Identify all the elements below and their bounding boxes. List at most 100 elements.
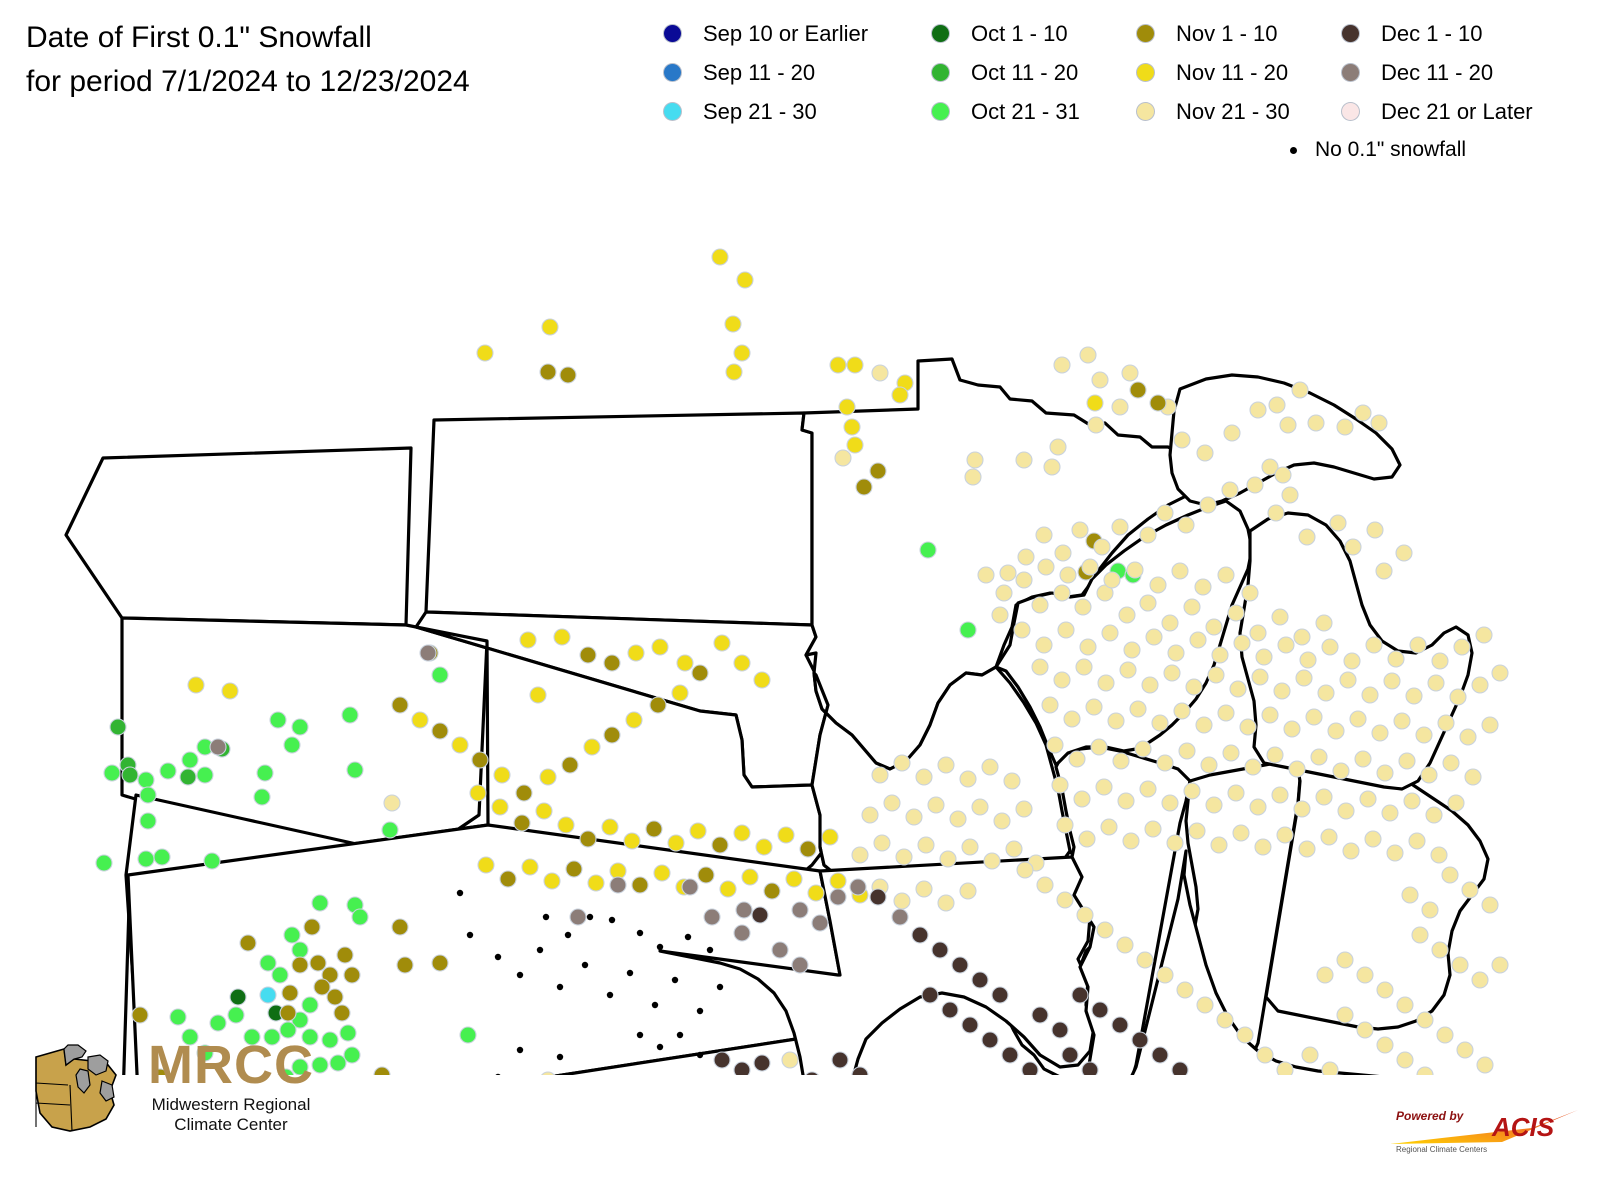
- station-point: [1149, 394, 1167, 412]
- station-point: [1051, 776, 1069, 794]
- station-point: [937, 756, 955, 774]
- station-point: [1163, 664, 1181, 682]
- station-point: [1354, 750, 1372, 768]
- title-line-2: for period 7/1/2024 to 12/23/2024: [26, 64, 470, 98]
- legend: Sep 10 or Earlier Sep 11 - 20 Sep 21 - 3…: [664, 14, 1584, 131]
- station-point: [1131, 1031, 1149, 1049]
- station-point: [1277, 636, 1295, 654]
- station-point: [919, 541, 937, 559]
- station-point: [671, 684, 689, 702]
- station-point: [1411, 926, 1429, 944]
- station-point: [1036, 876, 1054, 894]
- legend-item: Sep 21 - 30: [664, 92, 932, 131]
- station-point: [291, 956, 309, 974]
- station-point: [1395, 544, 1413, 562]
- station-point: [519, 631, 537, 649]
- station-point: [383, 794, 401, 812]
- acis-logo: Powered by ACIS Regional Climate Centers: [1382, 1098, 1582, 1154]
- station-point: [1035, 636, 1053, 654]
- station-point: [626, 969, 634, 977]
- station-point: [431, 722, 449, 740]
- station-point: [1321, 1061, 1339, 1075]
- state-michigan-upper-outline: [1168, 373, 1402, 507]
- legend-label: Nov 11 - 20: [1176, 59, 1289, 85]
- station-point: [1387, 650, 1405, 668]
- station-point: [291, 718, 309, 736]
- station-point: [1071, 986, 1089, 1004]
- station-point: [516, 971, 524, 979]
- station-point: [583, 738, 601, 756]
- station-point: [1139, 594, 1157, 612]
- station-point: [1129, 381, 1147, 399]
- station-point: [1342, 842, 1360, 860]
- station-point: [329, 1054, 347, 1072]
- station-point: [229, 988, 247, 1006]
- station-point: [499, 870, 517, 888]
- station-point: [1122, 832, 1140, 850]
- station-point: [1481, 896, 1499, 914]
- station-point: [515, 784, 533, 802]
- station-point: [855, 478, 873, 496]
- station-point: [431, 954, 449, 972]
- station-point: [466, 931, 474, 939]
- station-point: [713, 1051, 731, 1069]
- station-point: [1116, 936, 1134, 954]
- station-point: [1236, 1026, 1254, 1044]
- station-point: [993, 812, 1011, 830]
- station-point: [103, 764, 121, 782]
- station-point: [556, 983, 564, 991]
- legend-item: Sep 10 or Earlier: [664, 14, 932, 53]
- station-point: [494, 953, 502, 961]
- station-point: [684, 933, 692, 941]
- station-point: [1188, 822, 1206, 840]
- station-point: [1421, 901, 1439, 919]
- legend-label: Oct 11 - 20: [971, 59, 1079, 85]
- station-point: [1216, 1011, 1234, 1029]
- station-point: [1447, 794, 1465, 812]
- station-point: [1471, 676, 1489, 694]
- station-point: [1136, 951, 1154, 969]
- station-point: [1396, 996, 1414, 1014]
- station-point: [1017, 548, 1035, 566]
- station-point: [846, 356, 864, 374]
- station-point: [871, 766, 889, 784]
- station-point: [1054, 544, 1072, 562]
- station-point: [1276, 1061, 1294, 1075]
- station-point: [733, 924, 751, 942]
- station-point: [1049, 438, 1067, 456]
- station-point: [1337, 802, 1355, 820]
- station-point: [1015, 571, 1033, 589]
- mrcc-map-icon: [35, 1044, 117, 1132]
- station-point: [1196, 444, 1214, 462]
- legend-label: Oct 21 - 31: [971, 98, 1080, 124]
- station-point: [1075, 658, 1093, 676]
- station-point: [1376, 764, 1394, 782]
- station-point: [1409, 636, 1427, 654]
- station-point: [1456, 1041, 1474, 1059]
- station-point: [791, 901, 809, 919]
- station-point: [751, 906, 769, 924]
- legend-label: Sep 10 or Earlier: [703, 20, 869, 46]
- station-point: [309, 954, 327, 972]
- station-point: [1091, 1001, 1109, 1019]
- station-point: [959, 770, 977, 788]
- station-point: [203, 852, 221, 870]
- station-point: [169, 1008, 187, 1026]
- station-point: [829, 356, 847, 374]
- station-point: [542, 913, 550, 921]
- station-point: [1178, 742, 1196, 760]
- station-point: [741, 868, 759, 886]
- station-point: [279, 1004, 297, 1022]
- station-point: [1475, 626, 1493, 644]
- station-point: [623, 832, 641, 850]
- legend-label: Oct 1 - 10: [971, 20, 1068, 46]
- station-point: [1056, 816, 1074, 834]
- legend-swatch: [1342, 25, 1359, 42]
- station-point: [719, 880, 737, 898]
- station-point: [724, 315, 742, 333]
- station-point: [1041, 696, 1059, 714]
- station-point: [1356, 1021, 1374, 1039]
- station-point: [991, 606, 1009, 624]
- legend-item: Dec 21 or Later: [1342, 92, 1572, 131]
- station-point: [1271, 786, 1289, 804]
